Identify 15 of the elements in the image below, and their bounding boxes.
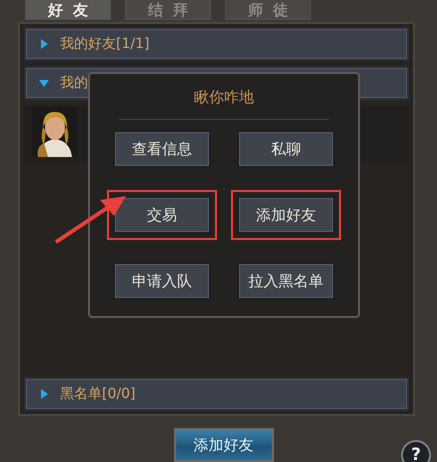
group-label: 我的好友[1/1]: [60, 35, 150, 53]
add-friend-button[interactable]: 添加好友: [174, 428, 274, 462]
help-button[interactable]: ?: [401, 440, 431, 462]
group-header[interactable]: 我的好友[1/1]: [24, 27, 409, 61]
menu-button[interactable]: 添加好友: [237, 196, 335, 234]
tab[interactable]: 好友: [25, 0, 111, 20]
group-header[interactable]: 黑名单[0/0]: [24, 377, 409, 411]
menu-button[interactable]: 查看信息: [113, 130, 211, 168]
menu-button[interactable]: 私聊: [237, 130, 335, 168]
menu-button[interactable]: 申请入队: [113, 262, 211, 300]
group-label: 我的: [60, 74, 88, 92]
menu-button[interactable]: 拉入黑名单: [237, 262, 335, 300]
popup-title: 瞅你咋地: [119, 88, 329, 120]
group-label: 黑名单[0/0]: [60, 385, 136, 403]
menu-button[interactable]: 交易: [113, 196, 211, 234]
